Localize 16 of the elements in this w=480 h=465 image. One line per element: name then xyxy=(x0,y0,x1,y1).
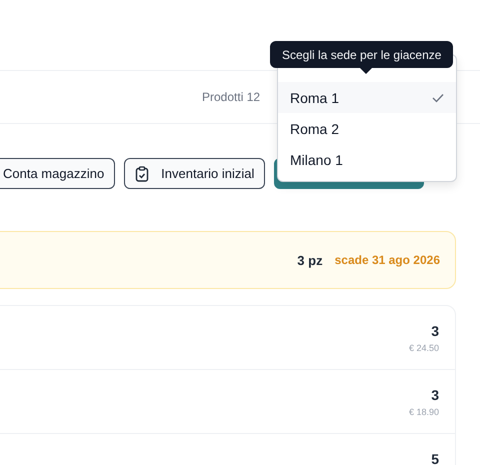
products-count: Prodotti 12 xyxy=(202,90,260,104)
location-option[interactable]: Roma 1 xyxy=(278,82,456,113)
expiry-date: scade 31 ago 2026 xyxy=(334,253,440,267)
row-price: € 24.50 xyxy=(408,343,439,353)
row-quantity: 3 xyxy=(431,387,439,403)
check-icon xyxy=(432,92,444,102)
tooltip-arrow xyxy=(360,68,372,74)
row-quantity: 5 xyxy=(431,451,439,465)
location-option[interactable]: Milano 1 xyxy=(278,144,456,175)
alert-quantity: 3 pz xyxy=(297,252,323,268)
clipboard-check-icon xyxy=(135,166,150,182)
location-option[interactable]: Roma 2 xyxy=(278,113,456,144)
row-price: € 18.90 xyxy=(408,407,439,417)
action-button[interactable]: Conta magazzino xyxy=(0,158,116,189)
row-quantity: 3 xyxy=(431,323,439,339)
action-button[interactable]: Inventario inizial xyxy=(124,158,266,189)
